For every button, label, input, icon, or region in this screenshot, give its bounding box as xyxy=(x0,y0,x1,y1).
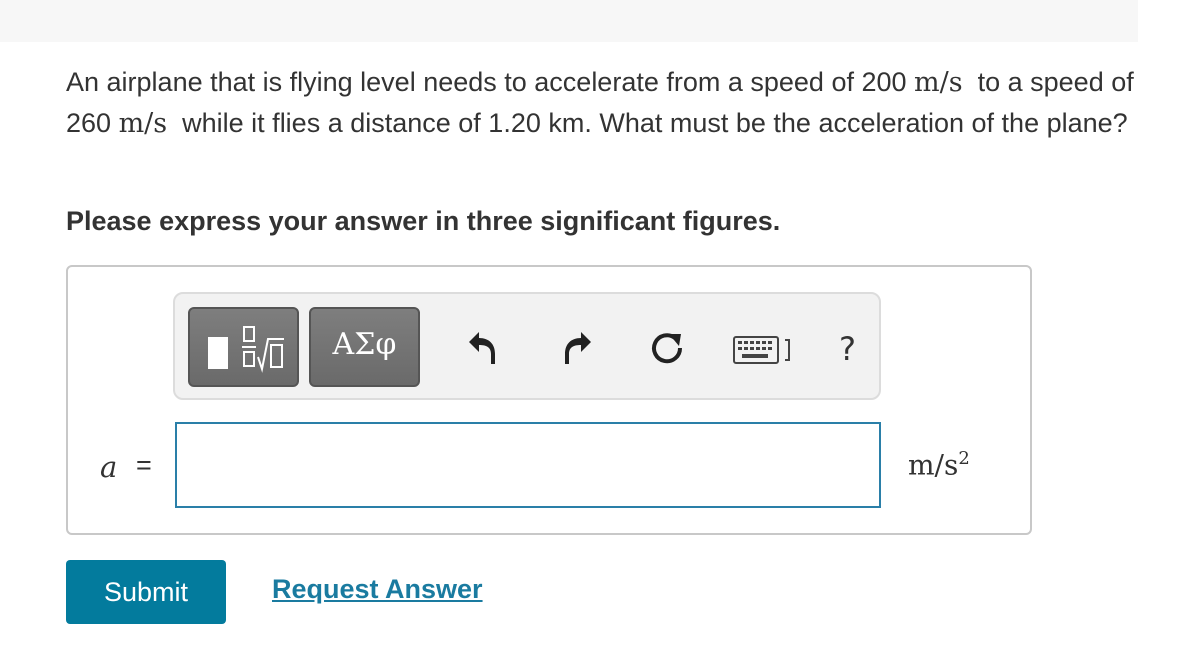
variable-label: a xyxy=(100,450,118,484)
reset-icon[interactable] xyxy=(649,330,685,366)
answer-input[interactable] xyxy=(175,422,881,508)
question-text: An airplane that is flying level needs t… xyxy=(66,62,1156,144)
template-icon xyxy=(208,326,284,373)
request-answer-link[interactable]: Request Answer xyxy=(272,574,483,605)
symbols-label: ΑΣφ xyxy=(332,327,397,362)
unit-exponent: 2 xyxy=(958,448,970,469)
help-icon[interactable]: ? xyxy=(839,330,856,368)
equals-sign: = xyxy=(136,450,152,480)
top-bar xyxy=(0,0,1138,42)
question-part-3: while it flies a distance of 1.20 km. Wh… xyxy=(182,108,1128,138)
instruction-text: Please express your answer in three sign… xyxy=(66,206,781,236)
template-button[interactable] xyxy=(188,307,299,387)
speed-unit-2: m/s xyxy=(118,108,168,139)
keyboard-icon[interactable] xyxy=(733,336,795,364)
redo-icon[interactable] xyxy=(561,330,595,366)
submit-button[interactable]: Submit xyxy=(66,560,226,624)
speed-unit-1: m/s xyxy=(914,67,963,98)
undo-icon[interactable] xyxy=(465,330,499,366)
answer-unit: m/s2 xyxy=(908,448,970,481)
symbols-button[interactable]: ΑΣφ xyxy=(309,307,420,387)
question-part-1: An airplane that is flying level needs t… xyxy=(66,67,907,97)
unit-base: m/s xyxy=(908,448,959,482)
math-toolbar: ΑΣφ ? xyxy=(173,292,881,400)
